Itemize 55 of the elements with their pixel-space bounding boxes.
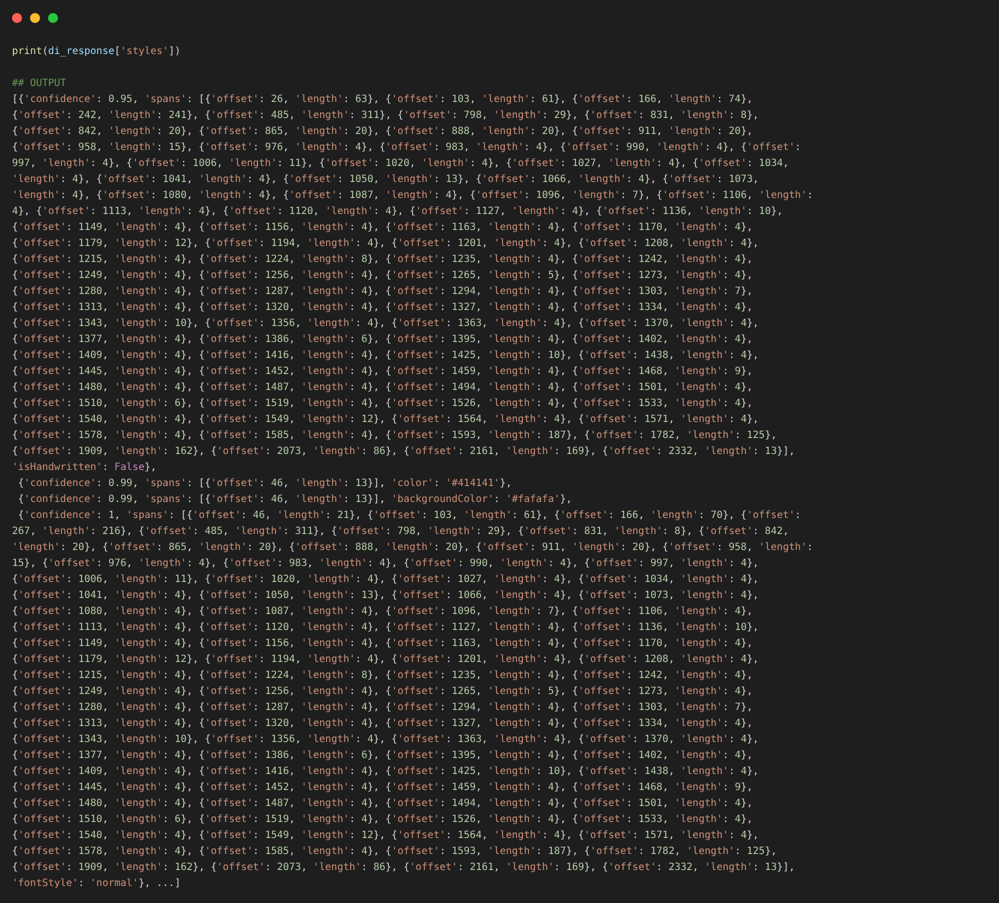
output-line: {'offset': 1540, 'length': 4}, {'offset': 1549, 'length': 12}, {'offset': 1564, 'length': 4}, {'offset': 1571, 'length': 4},	[12, 413, 759, 427]
output-line: {'offset': 1149, 'length': 4}, {'offset': 1156, 'length': 4}, {'offset': 1163, 'length': 4}, {'offset': 1170, 'length': 4},	[12, 221, 753, 235]
output-line: {'offset': 1249, 'length': 4}, {'offset': 1256, 'length': 4}, {'offset': 1265, 'length': 5}, {'offset': 1273, 'length': 4},	[12, 269, 753, 283]
output-line: {'offset': 1006, 'length': 11}, {'offset': 1020, 'length': 4}, {'offset': 1027, 'length': 4}, {'offset': 1034, 'length': 4},	[12, 573, 759, 587]
output-line: {'offset': 1510, 'length': 6}, {'offset': 1519, 'length': 4}, {'offset': 1526, 'length': 4}, {'offset': 1533, 'length': 4},	[12, 813, 753, 827]
output-line: {'offset': 1909, 'length': 162}, {'offset': 2073, 'length': 86}, {'offset': 2161, 'length': 169}, {'offset': 2332, 'length': 13}],	[12, 861, 795, 875]
output-line: {'offset': 1445, 'length': 4}, {'offset': 1452, 'length': 4}, {'offset': 1459, 'length': 4}, {'offset': 1468, 'length': 9},	[12, 781, 753, 795]
output-line: 'length': 20}, {'offset': 865, 'length': 20}, {'offset': 888, 'length': 20}, {'offset': 911, 'length': 20}, {'offset': 958, 'length':	[12, 541, 813, 555]
code-comment: ## OUTPUT	[12, 77, 66, 91]
output-line: {'offset': 1377, 'length': 4}, {'offset': 1386, 'length': 6}, {'offset': 1395, 'length': 4}, {'offset': 1402, 'length': 4},	[12, 333, 753, 347]
output-line: {'offset': 1080, 'length': 4}, {'offset': 1087, 'length': 4}, {'offset': 1096, 'length': 7}, {'offset': 1106, 'length': 4},	[12, 605, 753, 619]
output-line: {'offset': 1249, 'length': 4}, {'offset': 1256, 'length': 4}, {'offset': 1265, 'length': 5}, {'offset': 1273, 'length': 4},	[12, 685, 753, 699]
output-line: {'offset': 1578, 'length': 4}, {'offset': 1585, 'length': 4}, {'offset': 1593, 'length': 187}, {'offset': 1782, 'length': 125},	[12, 429, 777, 443]
output-line: {'offset': 1578, 'length': 4}, {'offset': 1585, 'length': 4}, {'offset': 1593, 'length': 187}, {'offset': 1782, 'length': 125},	[12, 845, 777, 859]
output-line: {'offset': 1409, 'length': 4}, {'offset': 1416, 'length': 4}, {'offset': 1425, 'length': 10}, {'offset': 1438, 'length': 4},	[12, 765, 759, 779]
output-line: {'offset': 1540, 'length': 4}, {'offset': 1549, 'length': 12}, {'offset': 1564, 'length': 4}, {'offset': 1571, 'length': 4},	[12, 829, 759, 843]
output-line: 267, 'length': 216}, {'offset': 485, 'length': 311}, {'offset': 798, 'length': 29}, {'offset': 831, 'length': 8}, {'offset': 842,	[12, 525, 789, 539]
output-line: {'offset': 1313, 'length': 4}, {'offset': 1320, 'length': 4}, {'offset': 1327, 'length': 4}, {'offset': 1334, 'length': 4},	[12, 301, 753, 315]
output-line: {'offset': 1343, 'length': 10}, {'offset': 1356, 'length': 4}, {'offset': 1363, 'length': 4}, {'offset': 1370, 'length': 4},	[12, 733, 759, 747]
output-line: {'offset': 1179, 'length': 12}, {'offset': 1194, 'length': 4}, {'offset': 1201, 'length': 4}, {'offset': 1208, 'length': 4},	[12, 237, 759, 251]
output-line: {'offset': 1480, 'length': 4}, {'offset': 1487, 'length': 4}, {'offset': 1494, 'length': 4}, {'offset': 1501, 'length': 4},	[12, 381, 753, 395]
output-line: 4}, {'offset': 1113, 'length': 4}, {'offset': 1120, 'length': 4}, {'offset': 1127, 'length': 4}, {'offset': 1136, 'length': 10},	[12, 205, 783, 219]
output-line: 'fontStyle': 'normal'}, ...]	[12, 877, 181, 891]
output-line: {'confidence': 0.99, 'spans': [{'offset': 46, 'length': 13}], 'backgroundColor': '#fafafa'},	[17, 493, 572, 507]
output-line: {'offset': 1179, 'length': 12}, {'offset': 1194, 'length': 4}, {'offset': 1201, 'length': 4}, {'offset': 1208, 'length': 4},	[12, 653, 759, 667]
output-line: {'offset': 1480, 'length': 4}, {'offset': 1487, 'length': 4}, {'offset': 1494, 'length': 4}, {'offset': 1501, 'length': 4},	[12, 797, 753, 811]
output-line: {'offset': 1409, 'length': 4}, {'offset': 1416, 'length': 4}, {'offset': 1425, 'length': 10}, {'offset': 1438, 'length': 4},	[12, 349, 759, 363]
output-line: 'isHandwritten': False},	[12, 461, 157, 475]
output-line: {'offset': 1445, 'length': 4}, {'offset': 1452, 'length': 4}, {'offset': 1459, 'length': 4}, {'offset': 1468, 'length': 9},	[12, 365, 753, 379]
minimize-button[interactable]	[30, 13, 40, 23]
output-line: {'offset': 1215, 'length': 4}, {'offset': 1224, 'length': 8}, {'offset': 1235, 'length': 4}, {'offset': 1242, 'length': 4},	[12, 669, 753, 683]
output-line: {'offset': 242, 'length': 241}, {'offset': 485, 'length': 311}, {'offset': 798, 'length': 29}, {'offset': 831, 'length': 8},	[12, 109, 759, 123]
output-line: {'offset': 958, 'length': 15}, {'offset': 976, 'length': 4}, {'offset': 983, 'length': 4}, {'offset': 990, 'length': 4}, {'offset':	[12, 141, 801, 155]
output-line: {'offset': 1215, 'length': 4}, {'offset': 1224, 'length': 8}, {'offset': 1235, 'length': 4}, {'offset': 1242, 'length': 4},	[12, 253, 753, 267]
output-line: {'offset': 1041, 'length': 4}, {'offset': 1050, 'length': 13}, {'offset': 1066, 'length': 4}, {'offset': 1073, 'length': 4},	[12, 589, 759, 603]
output-line: {'offset': 1313, 'length': 4}, {'offset': 1320, 'length': 4}, {'offset': 1327, 'length': 4}, {'offset': 1334, 'length': 4},	[12, 717, 753, 731]
output-line: 'length': 4}, {'offset': 1080, 'length': 4}, {'offset': 1087, 'length': 4}, {'offset': 1096, 'length': 7}, {'offset': 1106, 'length':	[12, 189, 814, 203]
output-line: {'offset': 1510, 'length': 6}, {'offset': 1519, 'length': 4}, {'offset': 1526, 'length': 4}, {'offset': 1533, 'length': 4},	[12, 397, 753, 411]
output-line: {'offset': 1280, 'length': 4}, {'offset': 1287, 'length': 4}, {'offset': 1294, 'length': 4}, {'offset': 1303, 'length': 7},	[12, 285, 753, 299]
output-line: 'length': 4}, {'offset': 1041, 'length': 4}, {'offset': 1050, 'length': 13}, {'offset': 1066, 'length': 4}, {'offset': 1073,	[12, 173, 759, 187]
output-line: {'offset': 1280, 'length': 4}, {'offset': 1287, 'length': 4}, {'offset': 1294, 'length': 4}, {'offset': 1303, 'length': 7},	[12, 701, 753, 715]
output-line: {'offset': 1377, 'length': 4}, {'offset': 1386, 'length': 6}, {'offset': 1395, 'length': 4}, {'offset': 1402, 'length': 4},	[12, 749, 753, 763]
output-line: {'offset': 1149, 'length': 4}, {'offset': 1156, 'length': 4}, {'offset': 1163, 'length': 4}, {'offset': 1170, 'length': 4},	[12, 637, 753, 651]
output-line: 15}, {'offset': 976, 'length': 4}, {'offset': 983, 'length': 4}, {'offset': 990, 'length': 4}, {'offset': 997, 'length': 4},	[12, 557, 759, 571]
output-line: {'offset': 842, 'length': 20}, {'offset': 865, 'length': 20}, {'offset': 888, 'length': 20}, {'offset': 911, 'length': 20},	[12, 125, 753, 139]
output-line: [{'confidence': 0.95, 'spans': [{'offset': 26, 'length': 63}, {'offset': 103, 'length': 61}, {'offset': 166, 'length': 74},	[12, 93, 753, 107]
output-line: {'offset': 1909, 'length': 162}, {'offset': 2073, 'length': 86}, {'offset': 2161, 'length': 169}, {'offset': 2332, 'length': 13}],	[12, 445, 795, 459]
output-line: {'confidence': 0.99, 'spans': [{'offset': 46, 'length': 13}], 'color': '#414141'},	[17, 477, 512, 491]
close-button[interactable]	[12, 13, 22, 23]
zoom-button[interactable]	[48, 13, 58, 23]
output-line: {'confidence': 1, 'spans': [{'offset': 46, 'length': 21}, {'offset': 103, 'length': 61}, {'offset': 166, 'length': 70}, {'offset':	[17, 509, 801, 523]
output-line: {'offset': 1113, 'length': 4}, {'offset': 1120, 'length': 4}, {'offset': 1127, 'length': 4}, {'offset': 1136, 'length': 10},	[12, 621, 759, 635]
output-line: {'offset': 1343, 'length': 10}, {'offset': 1356, 'length': 4}, {'offset': 1363, 'length': 4}, {'offset': 1370, 'length': 4},	[12, 317, 759, 331]
code-line: print(di_response['styles'])	[12, 45, 181, 59]
output-line: 997, 'length': 4}, {'offset': 1006, 'length': 11}, {'offset': 1020, 'length': 4}, {'offset': 1027, 'length': 4}, {'offset': 1034,	[12, 157, 789, 171]
